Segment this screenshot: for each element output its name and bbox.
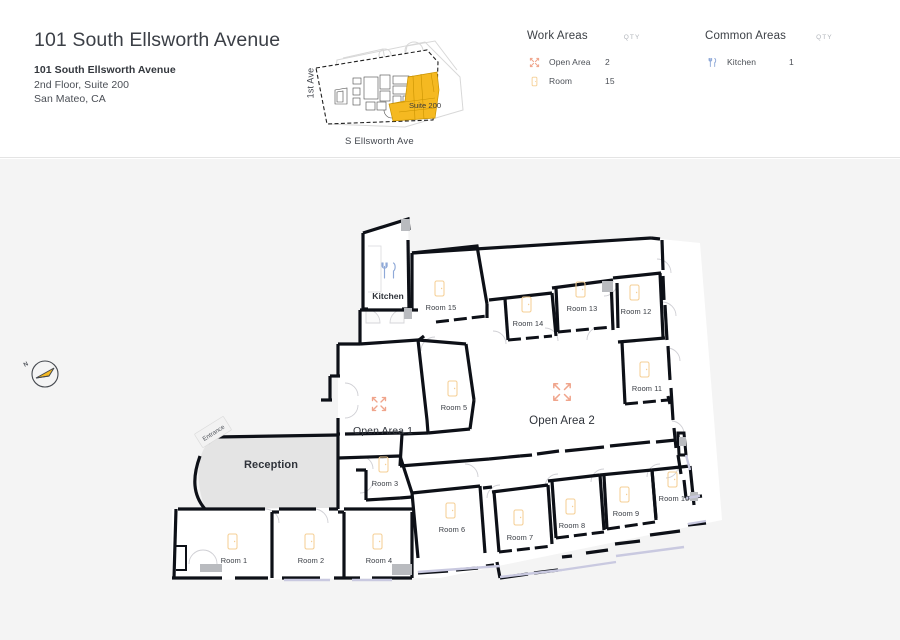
space-label: Room 15 [426, 303, 457, 312]
space-label: Room 5 [441, 403, 467, 412]
title-block: 101 South Ellsworth Avenue 101 South Ell… [34, 28, 284, 107]
legend-work-areas: Work Areas QTY Open Area 2 Room 15 [527, 30, 640, 91]
legend-label: Open Area [549, 57, 591, 67]
space-label: Room 4 [366, 556, 392, 565]
open-area-icon [527, 55, 541, 69]
legend-label: Kitchen [727, 57, 757, 67]
legend-qty: 2 [605, 57, 610, 67]
space-label: Room 8 [559, 521, 585, 530]
compass-icon [31, 360, 59, 388]
legend-label: Room [549, 76, 573, 86]
compass-control[interactable] [30, 359, 60, 389]
legend-qty-header: QTY [816, 34, 833, 41]
legend-header: Work Areas QTY [527, 30, 640, 42]
space-label: Room 3 [372, 479, 398, 488]
space-label: Room 9 [613, 509, 639, 518]
legend-header: Common Areas QTY [705, 30, 833, 42]
reception-fill [198, 435, 338, 509]
street-label-1st-ave: 1st Ave [305, 67, 316, 99]
legend-qty-header: QTY [623, 34, 641, 41]
floor-plan-page: 101 South Ellsworth Avenue 101 South Ell… [0, 0, 900, 640]
street-label-ellsworth-ave: S Ellsworth Ave [345, 136, 414, 147]
space-label: Room 11 [632, 384, 662, 393]
space-label: Room 7 [507, 533, 533, 542]
header: 101 South Ellsworth Avenue 101 South Ell… [0, 0, 900, 158]
suite-label: Suite 200 [409, 101, 441, 110]
legend-qty: 15 [605, 76, 615, 86]
space-label: Room 2 [298, 556, 324, 565]
kitchen-icon [705, 55, 719, 69]
address-floor-suite: 2nd Floor, Suite 200 [34, 78, 129, 91]
legend-row-kitchen[interactable]: Kitchen 1 [705, 53, 833, 71]
space-label: Room 12 [621, 307, 652, 316]
floor-plan-canvas[interactable]: Entrance Kitchen Room 15 Room 14 Room 13… [0, 159, 900, 640]
space-label: Open Area 2 [529, 415, 595, 427]
space-label: Room 10 [659, 494, 690, 503]
space-reception[interactable]: Reception [244, 459, 298, 471]
space-label: Kitchen [372, 291, 404, 301]
floor-plan-svg: Entrance Kitchen Room 15 Room 14 Room 13… [172, 216, 722, 582]
space-label: Room 13 [567, 304, 598, 313]
address-city-state: San Mateo, CA [34, 93, 106, 105]
address-name: 101 South Ellsworth Avenue [34, 64, 176, 76]
legend-row-open-area[interactable]: Open Area 2 [527, 53, 640, 71]
reception-label: Reception [244, 459, 298, 471]
legend-common-areas: Common Areas QTY Kitchen 1 [705, 30, 833, 72]
legend-row-room[interactable]: Room 15 [527, 72, 640, 90]
space-label: Room 14 [513, 319, 544, 328]
room-icon [527, 74, 541, 88]
legend-qty: 1 [789, 57, 794, 67]
space-label: Room 6 [439, 525, 465, 534]
page-title: 101 South Ellsworth Avenue [34, 29, 281, 51]
space-label: Open Area 1 [353, 425, 413, 437]
legend-title: Work Areas [527, 30, 588, 42]
legend-title: Common Areas [705, 30, 787, 42]
space-label: Room 1 [221, 556, 247, 565]
